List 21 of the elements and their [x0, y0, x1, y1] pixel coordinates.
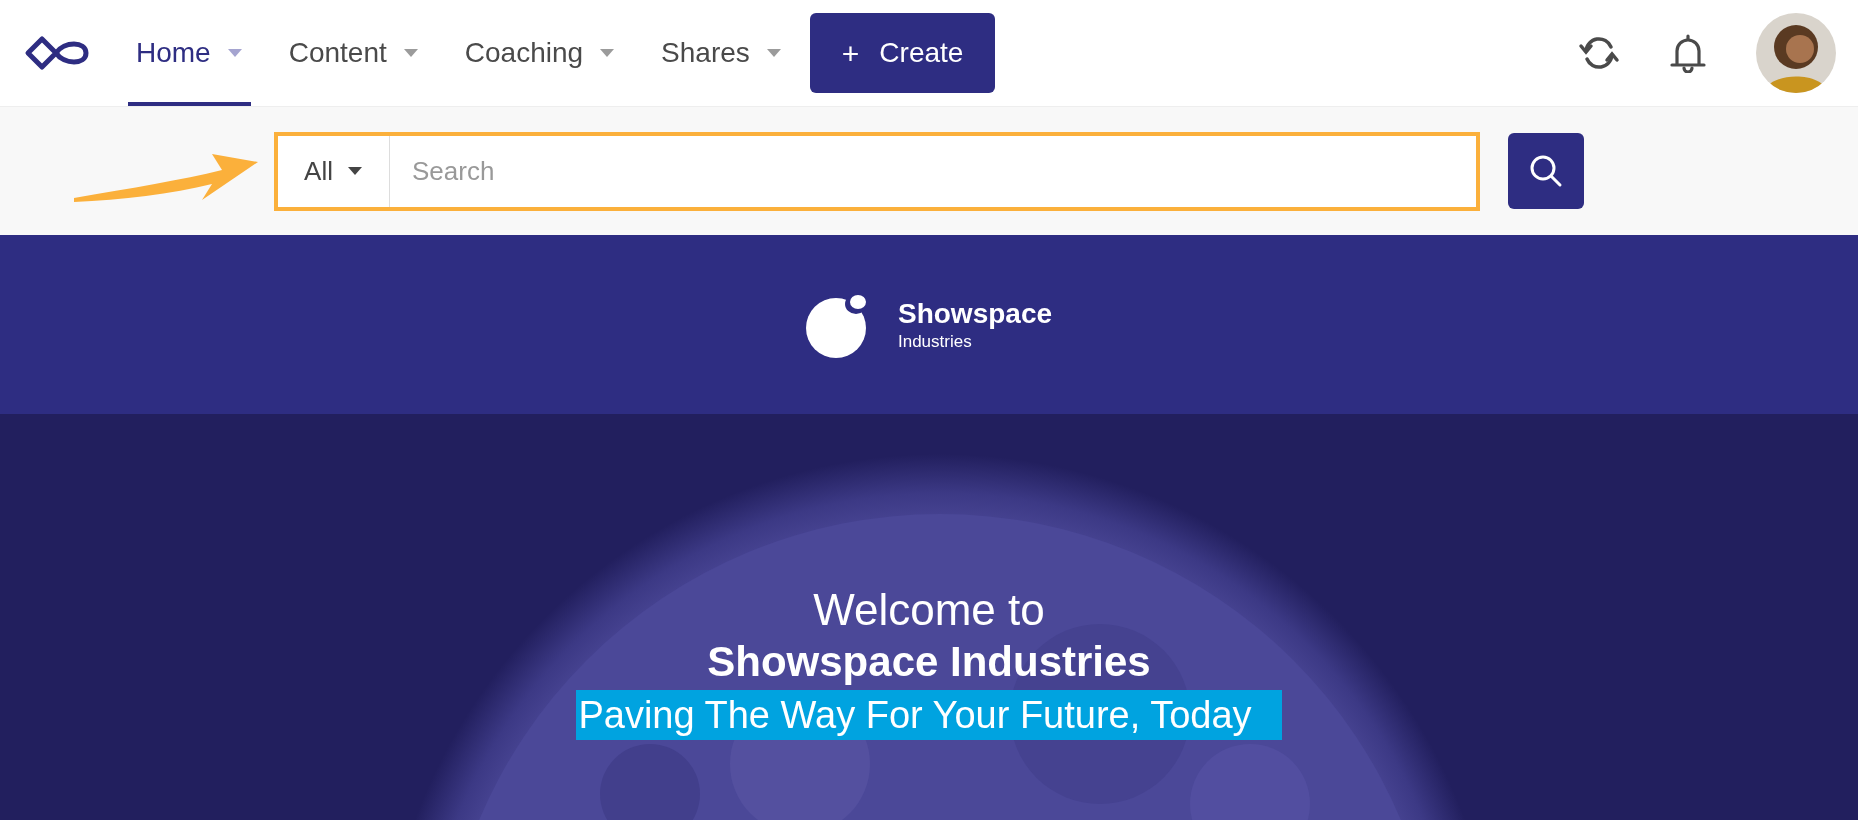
create-button[interactable]: + Create [809, 13, 996, 93]
bell-icon[interactable] [1670, 33, 1706, 73]
search-field[interactable]: All Search [274, 131, 1480, 211]
brand-subtitle: Industries [897, 330, 973, 353]
welcome-heading: Welcome to [813, 584, 1045, 636]
nav-tab[interactable]: Coaching [456, 0, 624, 106]
tagline: Paving The Way For Your Future, Today [576, 690, 1282, 740]
caret-icon [599, 48, 616, 58]
caret-icon [765, 48, 782, 58]
brand-name: Showspace [897, 296, 1053, 331]
caret-icon [402, 48, 419, 58]
sync-icon[interactable] [1578, 35, 1620, 71]
caret-icon [346, 166, 363, 176]
company-heading: Showspace Industries [707, 637, 1151, 687]
caret-icon [226, 48, 243, 58]
scope-dropdown[interactable]: All [278, 135, 390, 207]
nav-tab[interactable]: Shares [653, 0, 790, 106]
search-icon [1529, 154, 1563, 188]
nav-tab[interactable]: Content [280, 0, 427, 106]
infinity-logo-icon[interactable] [24, 35, 90, 71]
search-button[interactable] [1508, 133, 1584, 209]
